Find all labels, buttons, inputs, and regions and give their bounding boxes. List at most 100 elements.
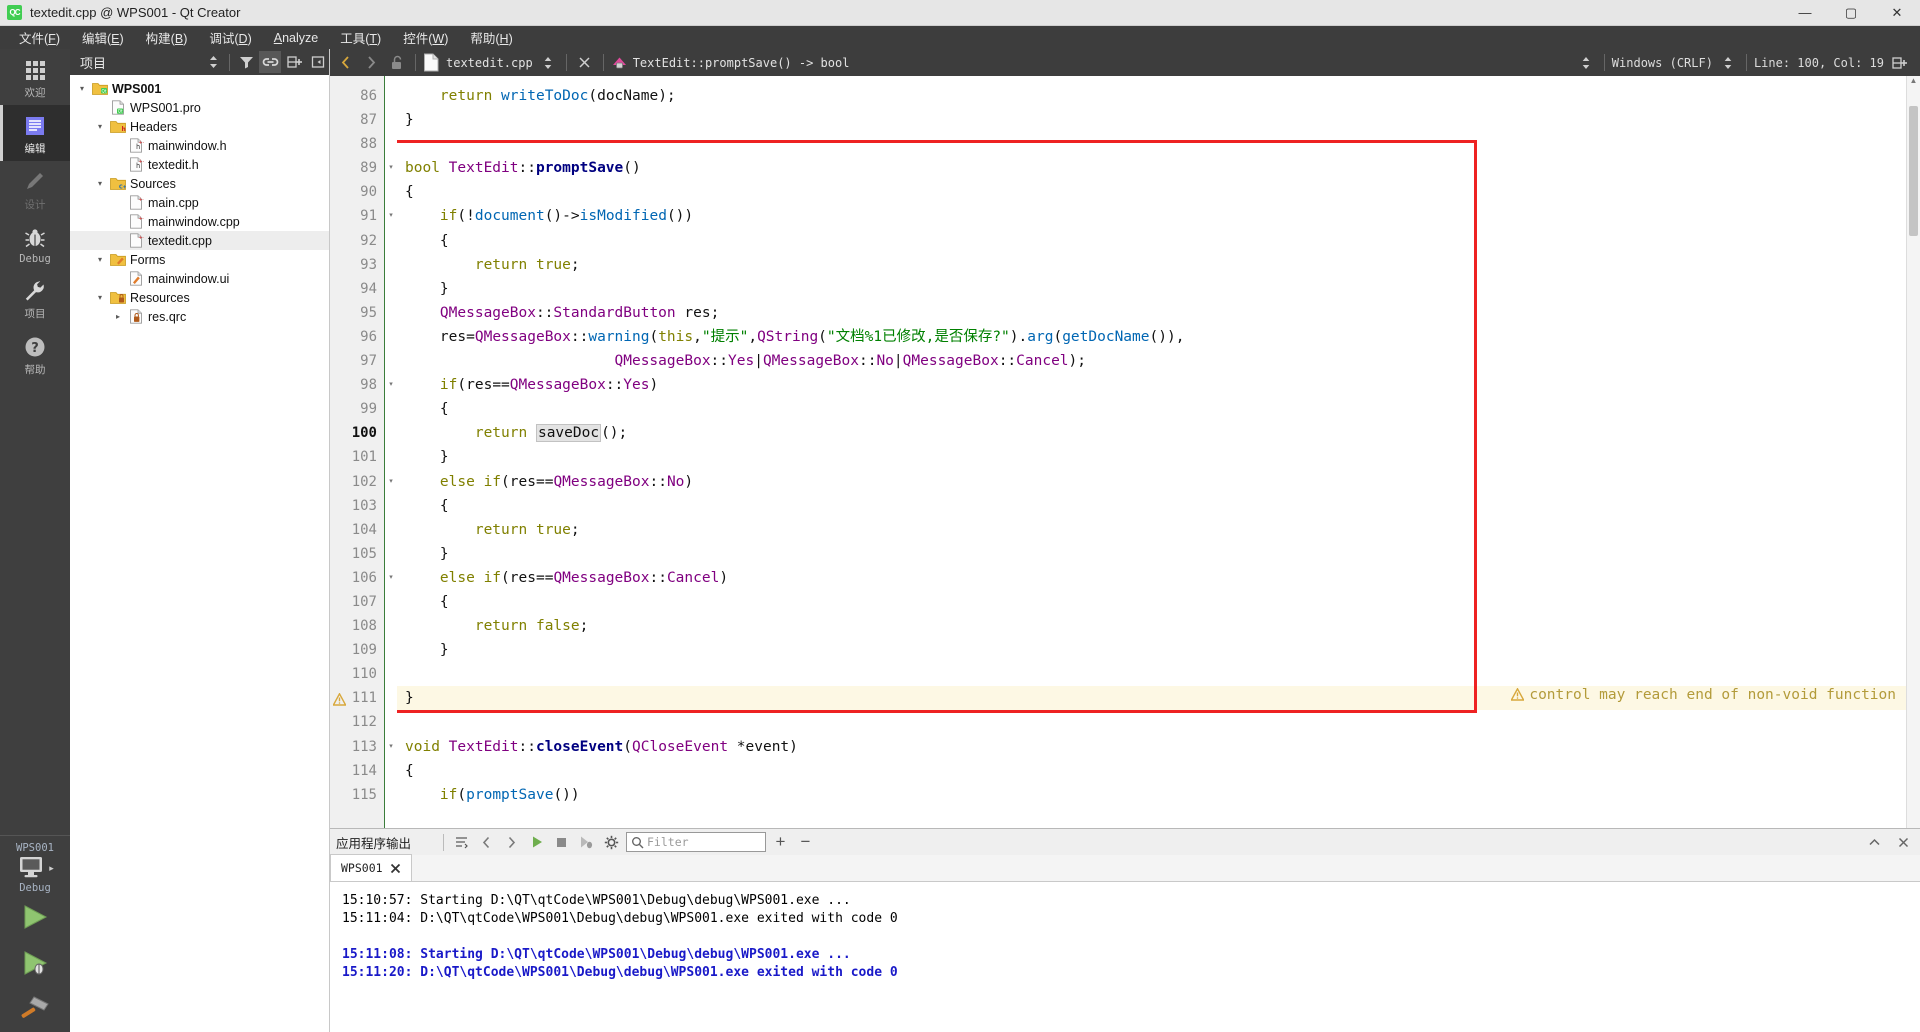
menu-item-f[interactable]: 文件(F) xyxy=(8,25,71,50)
application-output-console[interactable]: 15:10:57: Starting D:\QT\qtCode\WPS001\D… xyxy=(330,882,1920,1032)
mode-projects[interactable]: 项目 xyxy=(0,270,70,326)
code-line[interactable]: if(res==QMessageBox::Yes) xyxy=(397,373,1906,397)
menu-item-w[interactable]: 控件(W) xyxy=(392,25,459,50)
maximize-output-button[interactable] xyxy=(1864,832,1885,853)
tree-item-mainwindow-h[interactable]: h++mainwindow.h xyxy=(70,136,329,155)
menu-item-b[interactable]: 构建(B) xyxy=(135,25,199,50)
chevron-down-icon[interactable]: ▾ xyxy=(94,179,106,188)
wrap-output-button[interactable] xyxy=(451,832,472,853)
symbol-selector[interactable]: TextEdit::promptSave() -> bool xyxy=(611,55,849,70)
open-document-selector[interactable]: textedit.cpp xyxy=(423,53,533,72)
tree-item-main-cpp[interactable]: ++main.cpp xyxy=(70,193,329,212)
code-line[interactable]: return true; xyxy=(397,253,1906,277)
sync-selection-button[interactable] xyxy=(259,51,281,73)
close-sidebar-button[interactable] xyxy=(307,51,329,73)
kit-selector[interactable]: WPS001 ▸ Debug xyxy=(0,835,70,894)
menu-item-t[interactable]: 工具(T) xyxy=(329,25,392,50)
run-button[interactable] xyxy=(0,894,70,940)
mode-welcome[interactable]: 欢迎 xyxy=(0,49,70,105)
code-editor[interactable]: 86 87 88 89 90 91 92 93 94 95 96 97 98 99 100 101 102 103… xyxy=(330,76,1920,828)
prev-item-button[interactable] xyxy=(476,832,497,853)
chevron-down-icon[interactable]: ▾ xyxy=(94,293,106,302)
code-line[interactable]: { xyxy=(397,590,1906,614)
close-icon[interactable] xyxy=(390,863,401,874)
close-button[interactable]: ✕ xyxy=(1874,0,1920,26)
build-button[interactable] xyxy=(0,986,70,1032)
code-line[interactable]: bool TextEdit::promptSave() xyxy=(397,156,1906,180)
scroll-up-arrow-icon[interactable]: ▲ xyxy=(1907,76,1920,85)
code-line[interactable]: res=QMessageBox::warning(this,"提示",QStri… xyxy=(397,325,1906,349)
code-line[interactable] xyxy=(397,710,1906,734)
code-line[interactable] xyxy=(397,662,1906,686)
close-document-button[interactable] xyxy=(574,52,596,74)
output-tab-wps001[interactable]: WPS001 xyxy=(330,854,412,881)
encoding-selector-button[interactable] xyxy=(1575,52,1597,74)
tree-item-forms[interactable]: ▾ Forms xyxy=(70,250,329,269)
code-line[interactable]: } xyxy=(397,277,1906,301)
fold-marker-column[interactable]: ▾ ▾ ▾ ▾ ▾ ▾ xyxy=(385,76,397,828)
mode-debug[interactable]: Debug xyxy=(0,217,70,270)
code-line[interactable]: void TextEdit::closeEvent(QCloseEvent *e… xyxy=(397,735,1906,759)
code-line[interactable]: } xyxy=(397,108,1906,132)
fold-marker[interactable]: ▾ xyxy=(385,373,397,397)
tree-item-textedit-cpp[interactable]: ++textedit.cpp xyxy=(70,231,329,250)
menu-item-analyze[interactable]: Analyze xyxy=(263,28,329,48)
next-item-button[interactable] xyxy=(501,832,522,853)
chevron-right-icon[interactable]: ▸ xyxy=(112,312,124,321)
scrollbar-thumb[interactable] xyxy=(1909,106,1918,236)
code-line[interactable]: if(!document()->isModified()) xyxy=(397,204,1906,228)
mode-edit[interactable]: 编辑 xyxy=(0,105,70,161)
navigate-forward-button[interactable] xyxy=(360,52,382,74)
zoom-out-button[interactable]: − xyxy=(795,832,816,853)
code-line[interactable]: else if(res==QMessageBox::Cancel) xyxy=(397,566,1906,590)
code-line[interactable]: { xyxy=(397,180,1906,204)
split-button[interactable] xyxy=(283,51,305,73)
code-line[interactable]: return writeToDoc(docName); xyxy=(397,84,1906,108)
code-line[interactable]: } xyxy=(397,445,1906,469)
code-line[interactable]: if(promptSave()) xyxy=(397,783,1906,807)
output-run-tabs[interactable]: WPS001 xyxy=(330,854,1920,882)
tree-item-wps001-pro[interactable]: Qt WPS001.pro xyxy=(70,98,329,117)
mode-help[interactable]: ? 帮助 xyxy=(0,326,70,382)
code-line[interactable]: QMessageBox::Yes|QMessageBox::No|QMessag… xyxy=(397,349,1906,373)
fold-marker[interactable]: ▾ xyxy=(385,470,397,494)
fold-marker[interactable]: ▾ xyxy=(385,204,397,228)
code-line[interactable]: return false; xyxy=(397,614,1906,638)
tree-item-mainwindow-cpp[interactable]: ++mainwindow.cpp xyxy=(70,212,329,231)
stop-button[interactable] xyxy=(551,832,572,853)
debug-button[interactable] xyxy=(0,940,70,986)
tree-item-resources[interactable]: ▾ Resources xyxy=(70,288,329,307)
minimize-button[interactable]: — xyxy=(1782,0,1828,26)
maximize-button[interactable]: ▢ xyxy=(1828,0,1874,26)
code-line[interactable]: } xyxy=(397,638,1906,662)
attach-debugger-button[interactable] xyxy=(576,832,597,853)
document-list-button[interactable] xyxy=(537,52,559,74)
code-text-area[interactable]: return writeToDoc(docName);} bool TextEdi… xyxy=(397,76,1906,828)
code-line[interactable]: { xyxy=(397,397,1906,421)
lock-document-button[interactable] xyxy=(386,52,408,74)
code-line[interactable] xyxy=(397,132,1906,156)
settings-button[interactable] xyxy=(601,832,622,853)
cursor-selector-button[interactable] xyxy=(1717,52,1739,74)
tree-item-mainwindow-ui[interactable]: mainwindow.ui xyxy=(70,269,329,288)
chevron-down-icon[interactable]: ▾ xyxy=(76,84,88,93)
code-line[interactable]: { xyxy=(397,494,1906,518)
menu-item-h[interactable]: 帮助(H) xyxy=(459,25,523,50)
tree-item-textedit-h[interactable]: h++textedit.h xyxy=(70,155,329,174)
close-output-button[interactable] xyxy=(1893,832,1914,853)
tree-item-sources[interactable]: ▾ C++ Sources xyxy=(70,174,329,193)
navigate-back-button[interactable] xyxy=(334,52,356,74)
zoom-in-button[interactable]: + xyxy=(770,832,791,853)
chevron-down-icon[interactable]: ▾ xyxy=(94,255,106,264)
fold-marker[interactable]: ▾ xyxy=(385,735,397,759)
sort-order-button[interactable] xyxy=(202,51,224,73)
menu-item-e[interactable]: 编辑(E) xyxy=(71,25,135,50)
fold-marker[interactable]: ▾ xyxy=(385,156,397,180)
fold-marker[interactable]: ▾ xyxy=(385,566,397,590)
tree-item-headers[interactable]: ▾ h Headers xyxy=(70,117,329,136)
filter-button[interactable] xyxy=(235,51,257,73)
tree-item-res-qrc[interactable]: ▸ res.qrc xyxy=(70,307,329,326)
project-tree[interactable]: ▾QtWPS001QtWPS001.pro▾hHeadersh++mainwin… xyxy=(70,75,329,1032)
chevron-down-icon[interactable]: ▾ xyxy=(94,122,106,131)
code-line[interactable]: return true; xyxy=(397,518,1906,542)
